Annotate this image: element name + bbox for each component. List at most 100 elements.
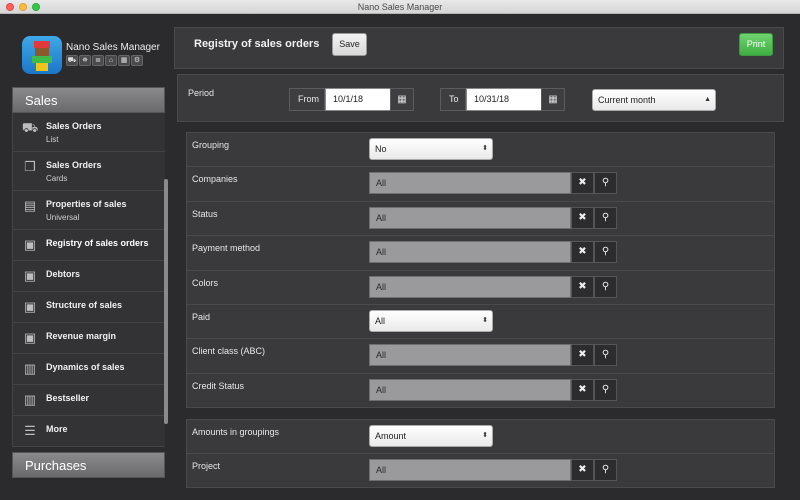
brand-toolbar: ⛟ ⛯ ≣ ⌂ ▦ ⚙: [66, 55, 143, 66]
sidebar-item-label: Debtors: [46, 269, 81, 279]
page-header: Registry of sales orders Save Print: [174, 27, 784, 69]
app-body: Nano Sales Manager ⛟ ⛯ ≣ ⌂ ▦ ⚙ Sales ⛟ S…: [0, 15, 800, 500]
section-header-sales[interactable]: Sales: [12, 87, 165, 113]
sidebar-item-more[interactable]: ☰ More: [13, 416, 165, 447]
sidebar-item-label: Sales Orders: [46, 160, 102, 170]
filter-label: Status: [192, 208, 218, 219]
sidebar-item-sales-orders-cards[interactable]: ❐ Sales Orders Cards: [13, 152, 165, 191]
section-header-purchases[interactable]: Purchases: [12, 452, 165, 478]
sidebar-item-label: Sales Orders: [46, 121, 102, 131]
to-date-input[interactable]: 10/31/18: [466, 88, 542, 111]
sidebar-item-label: Properties of sales: [46, 199, 127, 209]
period-label: Period: [188, 88, 215, 98]
filter-label: Companies: [192, 174, 238, 185]
project-field[interactable]: All: [369, 459, 571, 482]
period-panel: Period From 10/1/18 ▦ To 10/31/18 ▦ Curr…: [177, 74, 784, 122]
amounts-select[interactable]: Amount ⬍: [369, 425, 493, 447]
sidebar-item-revenue-margin[interactable]: ▣ Revenue margin: [13, 323, 165, 354]
colors-field[interactable]: All: [369, 275, 571, 298]
from-label: From: [289, 88, 325, 111]
close-window-button[interactable]: [6, 3, 14, 11]
search-icon[interactable]: ⚲: [594, 378, 617, 401]
grouping-options-panel: Amounts in groupings Amount ⬍ Project All…: [186, 419, 775, 488]
save-button[interactable]: Save: [332, 33, 367, 56]
sidebar-menu: ⛟ Sales Orders List ❐ Sales Orders Cards…: [12, 113, 165, 447]
period-preset-select[interactable]: Current month ▲: [592, 89, 716, 111]
cards-icon: ❐: [24, 159, 36, 174]
filter-row-status: Status All ✖ ⚲: [187, 202, 774, 237]
clear-icon[interactable]: ✖: [571, 172, 594, 195]
app-logo-icon: [22, 36, 62, 74]
truck-icon: ⛟: [21, 120, 39, 135]
select-arrows-icon: ⬍: [482, 432, 488, 439]
select-arrows-icon: ▲: [704, 96, 711, 103]
clear-icon[interactable]: ✖: [571, 459, 594, 482]
settings-icon[interactable]: ⚙: [131, 55, 143, 66]
search-icon[interactable]: ⚲: [594, 241, 617, 264]
table-icon: ▤: [23, 198, 37, 213]
sidebar-item-debtors[interactable]: ▣ Debtors: [13, 261, 165, 292]
grouping-select[interactable]: No ⬍: [369, 138, 493, 160]
filter-row-credit-status: Credit Status All ✖ ⚲: [187, 374, 774, 408]
sidebar-item-label: Bestseller: [46, 393, 90, 403]
clear-icon[interactable]: ✖: [571, 344, 594, 367]
home-icon[interactable]: ⌂: [105, 55, 117, 66]
minimize-window-button[interactable]: [19, 3, 27, 11]
truck-icon[interactable]: ⛟: [66, 55, 78, 66]
cart-icon[interactable]: ⛯: [79, 55, 91, 66]
search-icon[interactable]: ⚲: [594, 275, 617, 298]
document-icon: ▣: [23, 237, 37, 252]
sidebar-scrollbar[interactable]: [164, 179, 168, 424]
window-titlebar: Nano Sales Manager: [0, 0, 800, 14]
sidebar-item-sales-orders-list[interactable]: ⛟ Sales Orders List: [13, 113, 165, 152]
select-value: Amount: [375, 431, 407, 441]
filter-label: Paid: [192, 311, 211, 322]
grid-icon[interactable]: ▦: [118, 55, 130, 66]
status-field[interactable]: All: [369, 206, 571, 229]
document-icon: ▣: [23, 268, 37, 283]
from-date-input[interactable]: 10/1/18: [325, 88, 392, 111]
zoom-window-button[interactable]: [32, 3, 40, 11]
filter-row-payment-method: Payment method All ✖ ⚲: [187, 236, 774, 271]
clear-icon[interactable]: ✖: [571, 241, 594, 264]
sidebar: Nano Sales Manager ⛟ ⛯ ≣ ⌂ ▦ ⚙ Sales ⛟ S…: [12, 15, 166, 500]
print-button[interactable]: Print: [739, 33, 773, 56]
clear-icon[interactable]: ✖: [571, 275, 594, 298]
sidebar-item-dynamics-of-sales[interactable]: ▥ Dynamics of sales: [13, 354, 165, 385]
payment-method-field[interactable]: All: [369, 241, 571, 264]
client-class-field[interactable]: All: [369, 344, 571, 367]
clear-icon[interactable]: ✖: [571, 206, 594, 229]
filters-panel: Grouping No ⬍ Companies All ✖ ⚲ Status Al…: [186, 132, 775, 408]
sidebar-item-sublabel: List: [46, 135, 59, 144]
sidebar-item-label: Registry of sales orders: [46, 238, 149, 248]
sidebar-item-sublabel: Universal: [46, 213, 80, 222]
sidebar-item-properties-of-sales[interactable]: ▤ Properties of sales Universal: [13, 191, 165, 230]
select-value: All: [375, 315, 386, 326]
sidebar-item-structure-of-sales[interactable]: ▣ Structure of sales: [13, 292, 165, 323]
to-calendar-icon[interactable]: ▦: [541, 88, 565, 111]
to-label: To: [440, 88, 466, 111]
page-title: Registry of sales orders: [194, 38, 320, 50]
from-calendar-icon[interactable]: ▦: [390, 88, 414, 111]
select-value: No: [375, 144, 387, 154]
sidebar-item-label: Dynamics of sales: [46, 362, 125, 372]
sidebar-item-registry-of-sales-orders[interactable]: ▣ Registry of sales orders: [13, 230, 165, 261]
filter-label: Grouping: [192, 140, 230, 150]
filter-row-project: Project All ✖ ⚲: [187, 454, 774, 488]
filter-row-client-class: Client class (ABC) All ✖ ⚲: [187, 339, 774, 374]
search-icon[interactable]: ⚲: [594, 459, 617, 482]
list-icon[interactable]: ≣: [92, 55, 104, 66]
companies-field[interactable]: All: [369, 172, 571, 195]
sidebar-item-bestseller[interactable]: ▥ Bestseller: [13, 385, 165, 416]
sidebar-item-label: Revenue margin: [46, 331, 117, 341]
paid-select[interactable]: All ⬍: [369, 309, 493, 332]
sidebar-item-label: More: [46, 424, 68, 434]
search-icon[interactable]: ⚲: [594, 344, 617, 367]
search-icon[interactable]: ⚲: [594, 206, 617, 229]
clear-icon[interactable]: ✖: [571, 378, 594, 401]
credit-status-field[interactable]: All: [369, 378, 571, 401]
filter-label: Credit Status: [192, 380, 245, 391]
search-icon[interactable]: ⚲: [594, 172, 617, 195]
filter-label: Amounts in groupings: [192, 427, 280, 437]
filter-row-amounts-in-groupings: Amounts in groupings Amount ⬍: [187, 420, 774, 455]
